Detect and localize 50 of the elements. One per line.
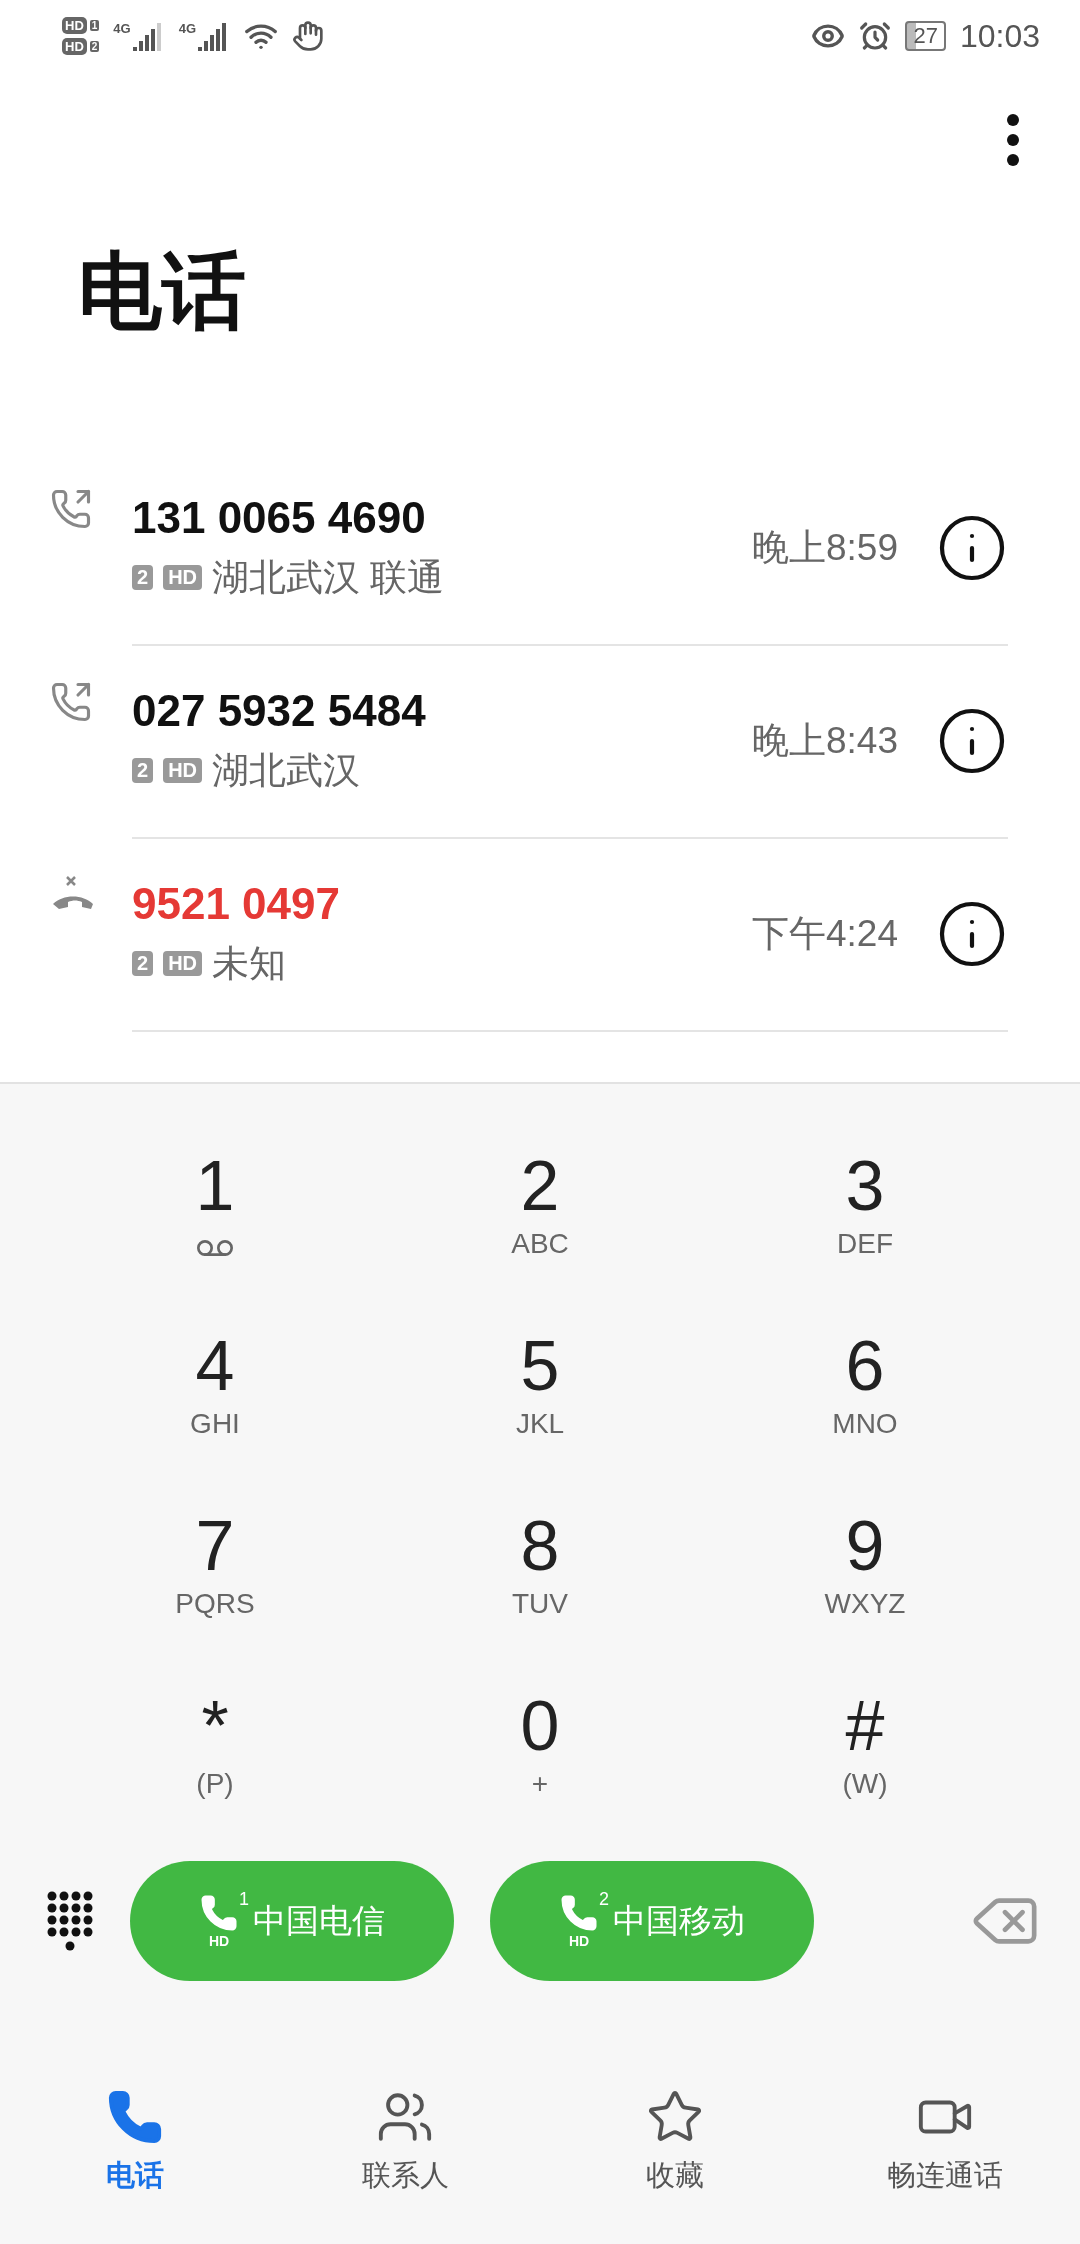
call-location: 未知 xyxy=(212,941,286,986)
phone-icon xyxy=(199,1893,239,1933)
dial-key[interactable]: 5 JKL xyxy=(377,1304,703,1484)
dial-key[interactable]: 1 xyxy=(52,1124,378,1304)
dial-key[interactable]: 2 ABC xyxy=(377,1124,703,1304)
hd-badge: HD xyxy=(163,758,202,783)
dial-key[interactable]: 7 PQRS xyxy=(52,1484,378,1664)
hd-badge: HD xyxy=(163,951,202,976)
sim-badge: 2 xyxy=(132,758,154,783)
call-time: 晚上8:59 xyxy=(752,525,898,570)
hd-badge: HD xyxy=(62,38,87,55)
phone-icon xyxy=(106,2088,164,2146)
outgoing-call-icon xyxy=(50,488,92,530)
battery-level: 27 xyxy=(905,21,946,51)
clock-time: 10:03 xyxy=(959,17,1040,55)
hd-badge: HD xyxy=(163,565,202,590)
dial-key[interactable]: 9 WXYZ xyxy=(702,1484,1028,1664)
phone-number: 9521 0497 xyxy=(132,878,341,929)
dialpad-toggle-button[interactable] xyxy=(46,1890,94,1952)
sim-badge: 2 xyxy=(132,565,154,590)
network-type: 4G xyxy=(178,21,197,36)
nav-tab[interactable]: 收藏 xyxy=(540,2074,810,2244)
sim-slot-badge: 2 xyxy=(89,41,100,52)
call-location: 湖北武汉 xyxy=(212,748,360,793)
more-icon xyxy=(1006,112,1020,167)
phone-number: 131 0065 4690 xyxy=(132,492,427,543)
nav-tab[interactable]: 联系人 xyxy=(270,2074,540,2244)
phone-icon xyxy=(559,1893,599,1933)
outgoing-call-icon xyxy=(50,681,92,723)
dial-key[interactable]: # (W) xyxy=(702,1664,1028,1844)
hd-badge: HD xyxy=(62,17,87,34)
dial-key[interactable]: 6 MNO xyxy=(702,1304,1028,1484)
nav-tab[interactable]: 畅连通话 xyxy=(810,2074,1080,2244)
dial-key[interactable]: 4 GHI xyxy=(52,1304,378,1484)
hand-icon xyxy=(292,20,325,52)
call-time: 晚上8:43 xyxy=(752,718,898,763)
call-time: 下午4:24 xyxy=(752,911,898,956)
call-location: 湖北武汉 联通 xyxy=(212,555,445,600)
nav-tab[interactable]: 电话 xyxy=(0,2074,270,2244)
phone-number: 027 5932 5484 xyxy=(132,685,427,736)
dial-key[interactable]: 0 + xyxy=(377,1664,703,1844)
dial-key[interactable]: 8 TUV xyxy=(377,1484,703,1664)
alarm-icon xyxy=(859,20,892,52)
network-type: 4G xyxy=(113,21,131,36)
sim-badge: 2 xyxy=(132,951,154,976)
sim-slot-badge: 1 xyxy=(89,20,100,31)
page-title: 电话 xyxy=(77,243,247,340)
dial-key[interactable]: 3 DEF xyxy=(702,1124,1028,1304)
menu-button[interactable] xyxy=(1006,112,1020,167)
dial-key[interactable]: * (P) xyxy=(52,1664,378,1844)
